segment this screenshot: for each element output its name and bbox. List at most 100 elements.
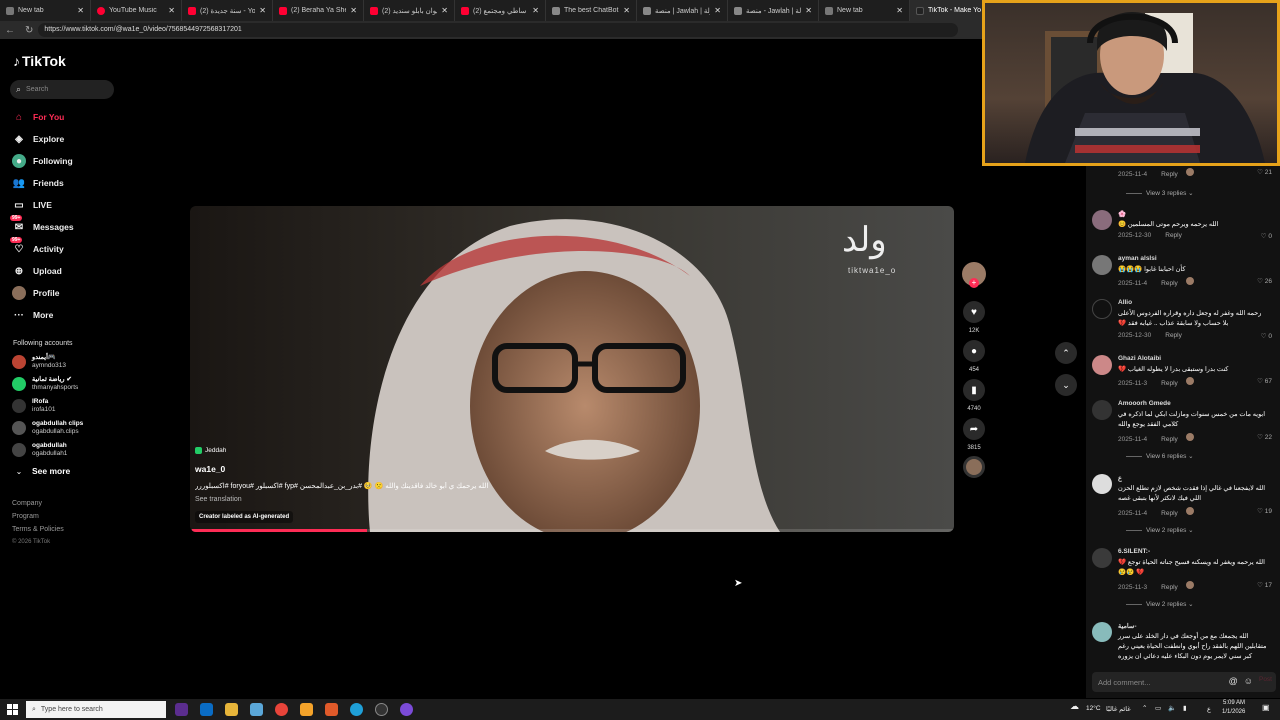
mention-icon[interactable]: @	[1229, 676, 1238, 686]
edge-icon[interactable]	[350, 703, 363, 716]
notepad-icon[interactable]	[250, 703, 263, 716]
nav-upload[interactable]: ⊕ Upload	[12, 264, 62, 278]
vlc-icon[interactable]	[300, 703, 313, 716]
comment-like[interactable]: ♡ 22	[1257, 433, 1272, 441]
browser-tab[interactable]: منصة | Jawlah | جولة ✕	[637, 0, 728, 21]
reply-button[interactable]: Reply	[1161, 436, 1178, 443]
close-icon[interactable]: ✕	[532, 6, 539, 15]
view-replies-button[interactable]: View 3 replies ⌄	[1126, 189, 1194, 197]
volume-icon[interactable]: 🔈	[1168, 704, 1176, 712]
close-icon[interactable]: ✕	[896, 6, 903, 15]
browser-tab-active[interactable]: TikTok - Make Your D	[910, 0, 985, 21]
sound-avatar-button[interactable]	[962, 456, 986, 478]
comment-author[interactable]: Amooorh Gmede	[1118, 400, 1171, 407]
search-input[interactable]: ⌕ Search	[10, 80, 114, 99]
add-comment-input[interactable]: Add comment... @ ☺ Post	[1092, 672, 1276, 692]
close-icon[interactable]: ✕	[714, 6, 721, 15]
comment-like[interactable]: ♡ 21	[1257, 168, 1272, 176]
battery-icon[interactable]: ▮	[1183, 704, 1187, 712]
follow-plus-icon[interactable]: +	[969, 278, 979, 288]
browser-tab[interactable]: منصة - Jawlah | جولة✕	[728, 0, 819, 21]
next-video-button[interactable]: ⌄	[1055, 374, 1077, 396]
comment-like[interactable]: ♡ 26	[1257, 277, 1272, 285]
see-translation-link[interactable]: See translation	[195, 496, 242, 503]
video-player[interactable]: ولد tiktwa1e_o Jeddah wa1e_0 الله يرحمك …	[190, 206, 954, 532]
like-button[interactable]: ♥ 12K	[962, 301, 986, 334]
browser-tab[interactable]: (2) Beraha Ya Sheekh ✕	[273, 0, 364, 21]
view-replies-button[interactable]: View 6 replies ⌄	[1126, 452, 1194, 460]
post-button[interactable]: Post	[1259, 676, 1272, 686]
comment-button[interactable]: ● 454	[962, 340, 986, 373]
chrome-icon[interactable]	[275, 703, 288, 716]
browser-tab[interactable]: New tab ✕	[0, 0, 91, 21]
file-explorer-icon[interactable]	[225, 703, 238, 716]
close-icon[interactable]: ✕	[805, 6, 812, 15]
nav-for-you[interactable]: ⌂ For You	[12, 110, 64, 124]
obs-icon[interactable]	[375, 703, 388, 716]
comment-author[interactable]: سامية-	[1118, 622, 1137, 630]
emoji-icon[interactable]: ☺	[1244, 676, 1253, 686]
share-button[interactable]: ➦ 3815	[962, 418, 986, 451]
footer-company-link[interactable]: Company	[12, 500, 42, 507]
save-button[interactable]: ▮ 4740	[962, 379, 986, 412]
browser-tab[interactable]: (2) ميوان بابلو سنديد ✕	[364, 0, 455, 21]
comment-like[interactable]: ♡ 67	[1257, 377, 1272, 385]
reply-button[interactable]: Reply	[1161, 380, 1178, 387]
reply-button[interactable]: Reply	[1161, 510, 1178, 517]
nav-activity[interactable]: ♡ 99+ Activity	[10, 237, 64, 256]
comment-author[interactable]: ayman alslsi	[1118, 255, 1157, 262]
nav-more[interactable]: ··· More	[12, 308, 53, 322]
reply-button[interactable]: Reply	[1161, 280, 1178, 287]
comment-like[interactable]: ♡ 17	[1257, 581, 1272, 589]
nav-messages[interactable]: ✉ 99+ Messages	[10, 215, 74, 234]
nav-friends[interactable]: 👥 Friends	[12, 176, 64, 190]
reply-button[interactable]: Reply	[1161, 584, 1178, 591]
comment-author[interactable]: Allio	[1118, 299, 1132, 306]
discord-icon[interactable]	[400, 703, 413, 716]
location-tag[interactable]: Jeddah	[195, 447, 226, 454]
reply-button[interactable]: Reply	[1161, 171, 1178, 178]
browser-tab[interactable]: The best ChatBot and ✕	[546, 0, 637, 21]
clock-time[interactable]: 5:09 AM	[1223, 700, 1245, 706]
photoshop-icon[interactable]	[200, 703, 213, 716]
nav-live[interactable]: ▭ LIVE	[12, 198, 52, 212]
following-account[interactable]: أيمندو🎮 aymndo313	[12, 354, 66, 370]
reload-icon[interactable]: ↻	[25, 25, 33, 36]
close-icon[interactable]: ✕	[168, 6, 175, 15]
weather-temp[interactable]: 12°C	[1086, 705, 1101, 712]
progress-bar[interactable]	[192, 529, 367, 532]
windows-start-icon[interactable]	[7, 704, 18, 715]
notification-icon[interactable]: ▣	[1262, 703, 1270, 712]
comment-like[interactable]: ♡ 0	[1261, 232, 1272, 240]
nav-profile[interactable]: Profile	[12, 286, 59, 300]
browser-tab[interactable]: New tab ✕	[819, 0, 910, 21]
view-replies-button[interactable]: View 2 replies ⌄	[1126, 600, 1194, 608]
reply-button[interactable]: Reply	[1165, 332, 1182, 339]
previous-video-button[interactable]: ⌃	[1055, 342, 1077, 364]
comment-like[interactable]: ♡ 0	[1261, 332, 1272, 340]
language-indicator[interactable]: ع	[1207, 705, 1211, 713]
see-more-button[interactable]: ⌄ See more	[12, 466, 71, 476]
clock-date[interactable]: 1/1/2026	[1222, 709, 1245, 715]
browser-tab[interactable]: (2) بلاك ساطي ومجتمع ✕	[455, 0, 546, 21]
premiere-icon[interactable]	[175, 703, 188, 716]
comment-author[interactable]: Ghazi Alotaibi	[1118, 355, 1161, 362]
close-icon[interactable]: ✕	[623, 6, 630, 15]
taskbar-search-input[interactable]: ⌕ Type here to search	[26, 701, 166, 718]
nav-following[interactable]: ● Following	[12, 154, 73, 168]
close-icon[interactable]: ✕	[77, 6, 84, 15]
comment-like[interactable]: ♡ 19	[1257, 507, 1272, 515]
author-name[interactable]: wa1e_0	[195, 464, 225, 474]
chevron-up-icon[interactable]: ⌃	[1142, 704, 1147, 712]
view-replies-button[interactable]: View 2 replies ⌄	[1126, 526, 1194, 534]
footer-terms-link[interactable]: Terms & Policies	[12, 526, 64, 533]
comment-author[interactable]: ع	[1118, 474, 1122, 482]
tiktok-logo[interactable]: ♪ TikTok	[13, 53, 66, 69]
close-icon[interactable]: ✕	[441, 6, 448, 15]
back-icon[interactable]: ←	[5, 25, 15, 36]
following-account[interactable]: رياضة ثمانية ✔ thmanyahsports	[12, 376, 78, 392]
close-icon[interactable]: ✕	[350, 6, 357, 15]
comment-author[interactable]: 6.SILENT:-	[1118, 548, 1150, 555]
footer-program-link[interactable]: Program	[12, 513, 39, 520]
close-icon[interactable]: ✕	[259, 6, 266, 15]
